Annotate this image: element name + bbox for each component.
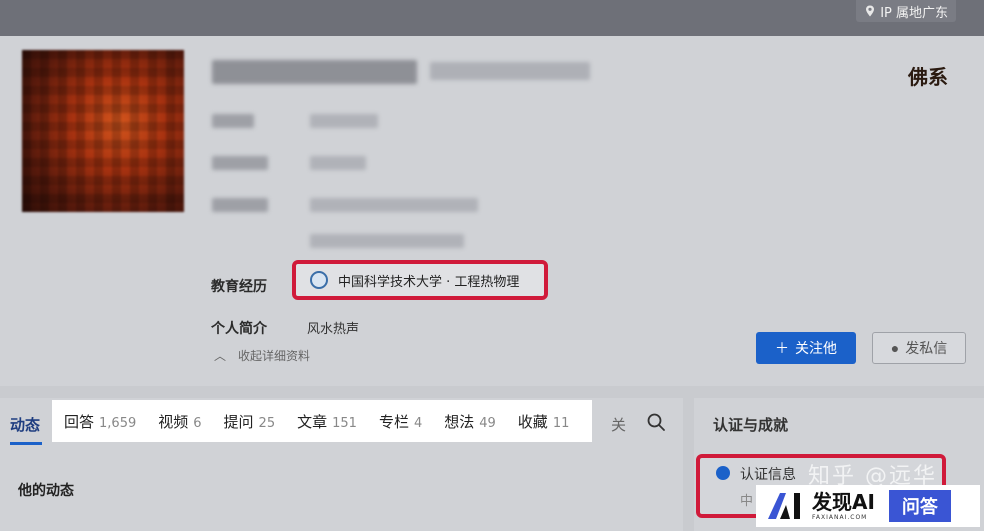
tab-label: 专栏 — [378, 412, 409, 431]
redacted-field-value — [310, 114, 378, 128]
bio-value: 风水热声 — [307, 322, 360, 337]
redacted-field-label — [212, 198, 268, 212]
brand-name: 发现AI FAXIANAI.COM — [812, 492, 875, 521]
section-title: 他的动态 — [18, 483, 74, 499]
brand-logo-icon — [768, 493, 800, 519]
follow-button-label: 关注他 — [795, 340, 837, 356]
tab-label: 想法 — [444, 412, 475, 431]
education-entry[interactable]: 中国科学技术大学 · 工程热物理 — [292, 260, 548, 300]
redacted-field-value — [310, 234, 464, 248]
redacted-username — [212, 60, 417, 84]
tab-label: 文章 — [297, 412, 328, 431]
collapse-details-link[interactable]: ︿ 收起详细资料 — [214, 347, 310, 364]
certification-detail: 中 — [740, 494, 754, 509]
redacted-field-label — [212, 156, 268, 170]
tab-count: 1,659 — [99, 415, 137, 431]
redacted-field-value — [310, 156, 366, 170]
chevron-up-icon: ︿ — [214, 349, 227, 363]
verified-check-icon — [716, 466, 730, 480]
bio-label: 个人简介 — [211, 321, 267, 337]
ip-location-text: IP 属地广东 — [880, 5, 948, 21]
plus-icon: ＋ — [775, 340, 789, 356]
redacted-field-value — [310, 198, 478, 212]
badge-text: 佛系 — [908, 64, 948, 89]
brand-watermark: 发现AI FAXIANAI.COM 问答 — [756, 485, 980, 527]
search-icon[interactable] — [646, 412, 666, 432]
tab-count: 49 — [479, 415, 496, 431]
tab-list: 回答 1,659 视频 6 提问 25 文章 151 专栏 4 想法 49 收藏… — [52, 400, 592, 442]
brand-title: 发现AI — [812, 489, 875, 514]
tab-label: 回答 — [64, 412, 95, 431]
collapse-details-label: 收起详细资料 — [238, 349, 311, 363]
tab-questions[interactable]: 提问 25 — [224, 411, 276, 432]
message-button[interactable]: ● 发私信 — [872, 332, 966, 364]
brand-qa-badge: 问答 — [888, 490, 951, 522]
badge-logo: 佛系 — [890, 58, 966, 92]
tab-dynamic[interactable]: 动态 — [10, 414, 40, 435]
activity-tabs-card: 动态 回答 1,659 视频 6 提问 25 文章 151 专栏 4 想法 49… — [0, 398, 683, 531]
chat-bubble-icon: ● — [890, 340, 900, 356]
tab-label: 视频 — [158, 412, 189, 431]
tab-following[interactable]: 关 — [611, 414, 626, 435]
location-pin-icon — [866, 5, 875, 17]
tab-label: 提问 — [223, 412, 254, 431]
tab-collections[interactable]: 收藏 11 — [518, 411, 570, 432]
certification-label: 认证信息 — [740, 467, 796, 483]
tab-count: 11 — [552, 415, 570, 431]
education-label: 教育经历 — [211, 279, 267, 295]
tab-count: 6 — [193, 415, 202, 431]
message-button-label: 发私信 — [905, 340, 948, 356]
education-value: 中国科学技术大学 · 工程热物理 — [338, 274, 520, 290]
redacted-headline — [430, 62, 590, 80]
avatar[interactable] — [22, 50, 184, 212]
tab-count: 4 — [413, 415, 423, 431]
achievements-title: 认证与成就 — [713, 416, 789, 434]
tab-count: 25 — [258, 415, 276, 431]
tab-label: 收藏 — [517, 412, 548, 431]
ip-location-badge: IP 属地广东 — [856, 0, 956, 22]
tab-videos[interactable]: 视频 6 — [158, 411, 201, 432]
top-bar: IP 属地广东 — [0, 0, 984, 36]
tab-columns[interactable]: 专栏 4 — [379, 411, 422, 432]
tab-answers[interactable]: 回答 1,659 — [64, 411, 136, 432]
active-tab-underline — [10, 442, 42, 445]
tab-thoughts[interactable]: 想法 49 — [444, 411, 496, 432]
brand-url: FAXIANAI.COM — [812, 513, 868, 521]
tab-articles[interactable]: 文章 151 — [297, 411, 357, 432]
follow-button[interactable]: ＋ 关注他 — [756, 332, 856, 364]
tab-count: 151 — [332, 415, 357, 431]
school-emblem-icon — [310, 271, 328, 289]
redacted-field-label — [212, 114, 254, 128]
